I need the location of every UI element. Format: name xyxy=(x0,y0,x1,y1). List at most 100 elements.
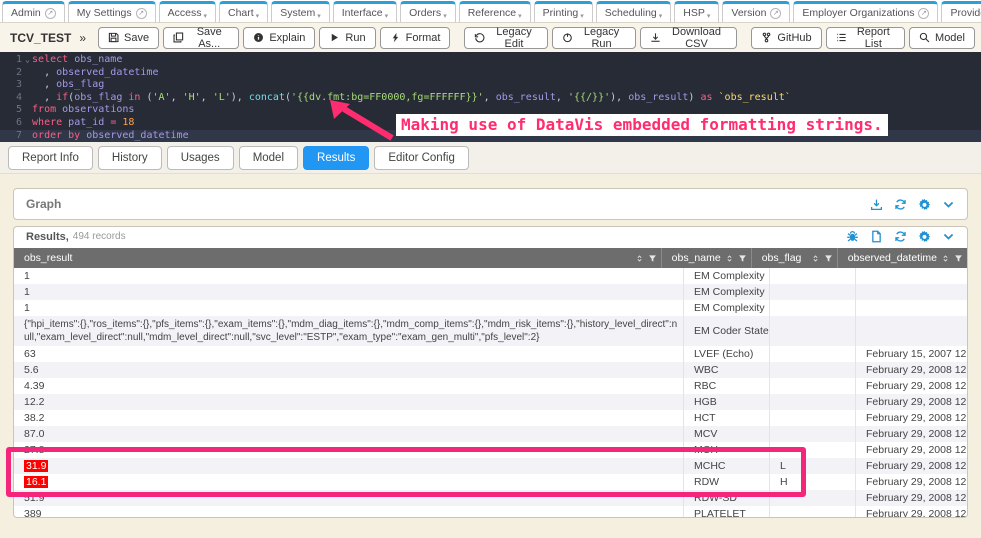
tab-usages[interactable]: Usages xyxy=(167,146,234,170)
column-header-observed_datetime[interactable]: observed_datetime xyxy=(837,248,967,268)
table-row[interactable]: 51.9RDW-SDFebruary 29, 2008 12:58 PM xyxy=(14,490,967,506)
nav-tab-printing[interactable]: Printing▾ xyxy=(534,1,593,22)
table-row[interactable]: 87.0MCVFebruary 29, 2008 12:58 PM xyxy=(14,426,967,442)
table-body: 1EM Complexity1EM Complexity1EM Complexi… xyxy=(14,268,967,518)
column-header-obs_flag[interactable]: obs_flag xyxy=(751,248,837,268)
nav-tab-hsp[interactable]: HSP▾ xyxy=(674,1,719,22)
nav-tab-access[interactable]: Access▾ xyxy=(159,1,216,22)
results-panel-header[interactable]: Results, 494 records xyxy=(14,227,967,244)
table-row[interactable]: 31.9MCHCLFebruary 29, 2008 12:58 PM xyxy=(14,458,967,474)
model-button[interactable]: Model xyxy=(909,27,975,49)
run-button[interactable]: Run xyxy=(319,27,375,49)
table-row[interactable]: 1EM Complexity xyxy=(14,268,967,284)
nav-tab-version[interactable]: Version↗ xyxy=(722,1,790,22)
nav-tab-label: Employer Organizations xyxy=(802,7,914,19)
top-nav: Admin↗ My Settings ↗ Access▾Chart▾System▾In… xyxy=(0,0,981,23)
explain-button[interactable]: Explain xyxy=(243,27,315,49)
refresh-icon[interactable] xyxy=(894,198,907,211)
nav-tab-admin[interactable]: Admin↗ xyxy=(2,1,65,22)
report-expander[interactable]: » xyxy=(79,31,86,45)
filter-icon[interactable] xyxy=(824,254,833,263)
button-label: GitHub xyxy=(777,32,811,44)
download-csv-button[interactable]: Download CSV xyxy=(640,27,738,49)
nav-tab-employer-organizations[interactable]: Employer Organizations ↗ xyxy=(793,1,938,22)
line-number: 5 xyxy=(0,104,26,117)
nav-tab-interface[interactable]: Interface▾ xyxy=(333,1,397,22)
table-row[interactable]: 38.2HCTFebruary 29, 2008 12:58 PM xyxy=(14,410,967,426)
sort-icon[interactable] xyxy=(811,254,820,263)
sort-icon[interactable] xyxy=(941,254,950,263)
editor-line-3[interactable]: 3 , obs_flag xyxy=(0,79,981,92)
bug-icon[interactable] xyxy=(846,230,859,243)
gear-icon[interactable] xyxy=(918,198,931,211)
save-button[interactable]: Save xyxy=(98,27,159,49)
tab-model[interactable]: Model xyxy=(239,146,298,170)
fold-chevron-icon[interactable]: ⌄ xyxy=(25,54,30,67)
gear-icon[interactable] xyxy=(918,230,931,243)
legacy-edit-button[interactable]: Legacy Edit xyxy=(464,27,547,49)
nav-tab-scheduling[interactable]: Scheduling▾ xyxy=(596,1,671,22)
cell-observed-datetime: February 29, 2008 12:58 PM xyxy=(855,410,967,426)
button-label: Download CSV xyxy=(666,26,728,50)
line-number: 4 xyxy=(0,92,26,105)
tab-report-info[interactable]: Report Info xyxy=(8,146,93,170)
github-button[interactable]: GitHub xyxy=(751,27,821,49)
column-label: obs_result xyxy=(24,252,631,264)
external-link-icon[interactable]: ↗ xyxy=(770,8,781,19)
button-label: Save As... xyxy=(189,26,229,50)
filter-icon[interactable] xyxy=(648,254,657,263)
nav-tab-my-settings[interactable]: My Settings ↗ xyxy=(68,1,156,22)
graph-panel[interactable]: Graph xyxy=(13,188,968,220)
table-row[interactable]: 5.6WBCFebruary 29, 2008 12:58 PM xyxy=(14,362,967,378)
table-row[interactable]: 1EM Complexity xyxy=(14,300,967,316)
sort-icon[interactable] xyxy=(635,254,644,263)
cell-obs-name: WBC xyxy=(683,362,769,378)
nav-tab-provider-management[interactable]: Provider Management↗ xyxy=(941,1,981,22)
filter-icon[interactable] xyxy=(738,254,747,263)
nav-tab-chart[interactable]: Chart▾ xyxy=(219,1,268,22)
nav-tab-orders[interactable]: Orders▾ xyxy=(400,1,456,22)
legacy-run-button[interactable]: Legacy Run xyxy=(552,27,636,49)
editor-line-4[interactable]: 4 , if(obs_flag in ('A', 'H', 'L'), conc… xyxy=(0,92,981,105)
table-row[interactable]: 12.2HGBFebruary 29, 2008 12:58 PM xyxy=(14,394,967,410)
chevron-down-icon[interactable] xyxy=(942,198,955,211)
editor-line-1[interactable]: 1⌄ select obs_name xyxy=(0,54,981,67)
save-as--button[interactable]: Save As... xyxy=(163,27,239,49)
cell-obs-result: 16.1 xyxy=(14,474,683,490)
external-link-icon[interactable]: ↗ xyxy=(918,8,929,19)
nav-tab-label: Reference xyxy=(468,7,516,19)
table-row[interactable]: 63LVEF (Echo)February 15, 2007 12:00 AM xyxy=(14,346,967,362)
external-link-icon[interactable]: ↗ xyxy=(45,8,56,19)
tab-history[interactable]: History xyxy=(98,146,162,170)
chevron-down-icon[interactable] xyxy=(942,230,955,243)
report-list-button[interactable]: Report List xyxy=(826,27,905,49)
cell-observed-datetime: February 29, 2008 12:58 PM xyxy=(855,394,967,410)
editor-line-2[interactable]: 2 , observed_datetime xyxy=(0,67,981,80)
cell-observed-datetime xyxy=(855,316,967,346)
code-text: , observed_datetime xyxy=(26,67,158,80)
table-row[interactable]: 27.8MCHFebruary 29, 2008 12:58 PM xyxy=(14,442,967,458)
external-link-icon[interactable]: ↗ xyxy=(136,8,147,19)
tab-results[interactable]: Results xyxy=(303,146,369,170)
download-tray-icon[interactable] xyxy=(870,198,883,211)
format-button[interactable]: Format xyxy=(380,27,451,49)
cell-obs-name: PLATELET xyxy=(683,506,769,518)
column-header-obs_result[interactable]: obs_result xyxy=(14,248,661,268)
sort-icon[interactable] xyxy=(725,254,734,263)
nav-tab-system[interactable]: System▾ xyxy=(271,1,330,22)
file-icon[interactable] xyxy=(870,230,883,243)
tab-editor-config[interactable]: Editor Config xyxy=(374,146,468,170)
nav-tab-label: My Settings xyxy=(77,7,132,19)
table-row[interactable]: 16.1RDWHFebruary 29, 2008 12:58 PM xyxy=(14,474,967,490)
cell-obs-flag xyxy=(769,300,855,316)
table-row[interactable]: {"hpi_items":{},"ros_items":{},"pfs_item… xyxy=(14,316,967,346)
refresh-icon[interactable] xyxy=(894,230,907,243)
filter-icon[interactable] xyxy=(954,254,963,263)
nav-tab-reference[interactable]: Reference▾ xyxy=(459,1,531,22)
table-row[interactable]: 389PLATELETFebruary 29, 2008 12:58 PM xyxy=(14,506,967,518)
column-header-obs_name[interactable]: obs_name xyxy=(661,248,751,268)
flagged-result-value: 31.9 xyxy=(24,460,48,472)
table-row[interactable]: 4.39RBCFebruary 29, 2008 12:58 PM xyxy=(14,378,967,394)
table-row[interactable]: 1EM Complexity xyxy=(14,284,967,300)
toolbar: TCV_TEST » SaveSave As...ExplainRunForma… xyxy=(0,23,981,52)
